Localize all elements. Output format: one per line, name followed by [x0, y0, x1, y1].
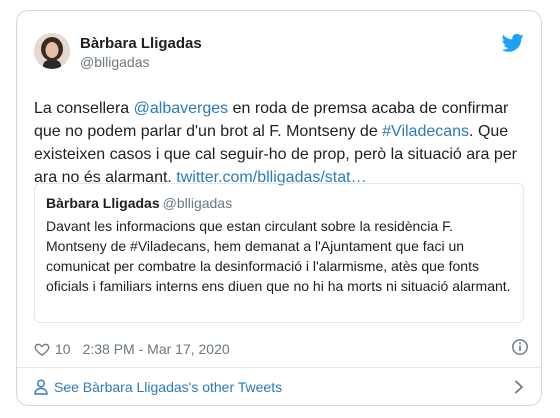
author-display-name[interactable]: Bàrbara Lligadas — [80, 35, 202, 53]
tweet-header: Bàrbara Lligadas @blligadas — [34, 33, 524, 83]
info-icon[interactable] — [511, 338, 529, 356]
chevron-right-icon — [515, 380, 523, 394]
hashtag-link[interactable]: #Viladecans — [382, 123, 469, 140]
heart-icon[interactable] — [34, 341, 50, 357]
quoted-tweet-text: Davant les informacions que estan circul… — [46, 218, 511, 294]
tweet-text-part-1: La consellera — [34, 100, 134, 117]
tweet-text: La consellera @albaverges en roda de pre… — [34, 97, 530, 189]
quoted-tweet[interactable]: Bàrbara Lligadas @blligadas Davant les in… — [34, 183, 524, 323]
embedded-tweet-card: Bàrbara Lligadas @blligadas La conseller… — [16, 10, 542, 406]
author-handle[interactable]: @blligadas — [80, 53, 202, 71]
avatar-image — [34, 33, 70, 69]
see-other-tweets-link[interactable]: See Bàrbara Lligadas's other Tweets — [17, 368, 541, 406]
quoted-author-name: Bàrbara Lligadas — [46, 195, 160, 211]
mention-link[interactable]: @albaverges — [134, 100, 229, 117]
person-icon — [34, 379, 48, 395]
quoted-author-handle: @blligadas — [162, 195, 233, 211]
tweet-timestamp[interactable]: 2:38 PM - Mar 17, 2020 — [83, 340, 230, 358]
like-count[interactable]: 10 — [55, 340, 71, 358]
tweet-meta: 10 2:38 PM - Mar 17, 2020 — [34, 340, 230, 358]
author-names: Bàrbara Lligadas @blligadas — [80, 35, 202, 71]
quoted-tweet-header: Bàrbara Lligadas @blligadas — [46, 194, 232, 212]
twitter-bird-icon[interactable] — [502, 33, 524, 53]
see-other-tweets-label[interactable]: See Bàrbara Lligadas's other Tweets — [54, 378, 282, 396]
avatar[interactable] — [34, 33, 70, 69]
